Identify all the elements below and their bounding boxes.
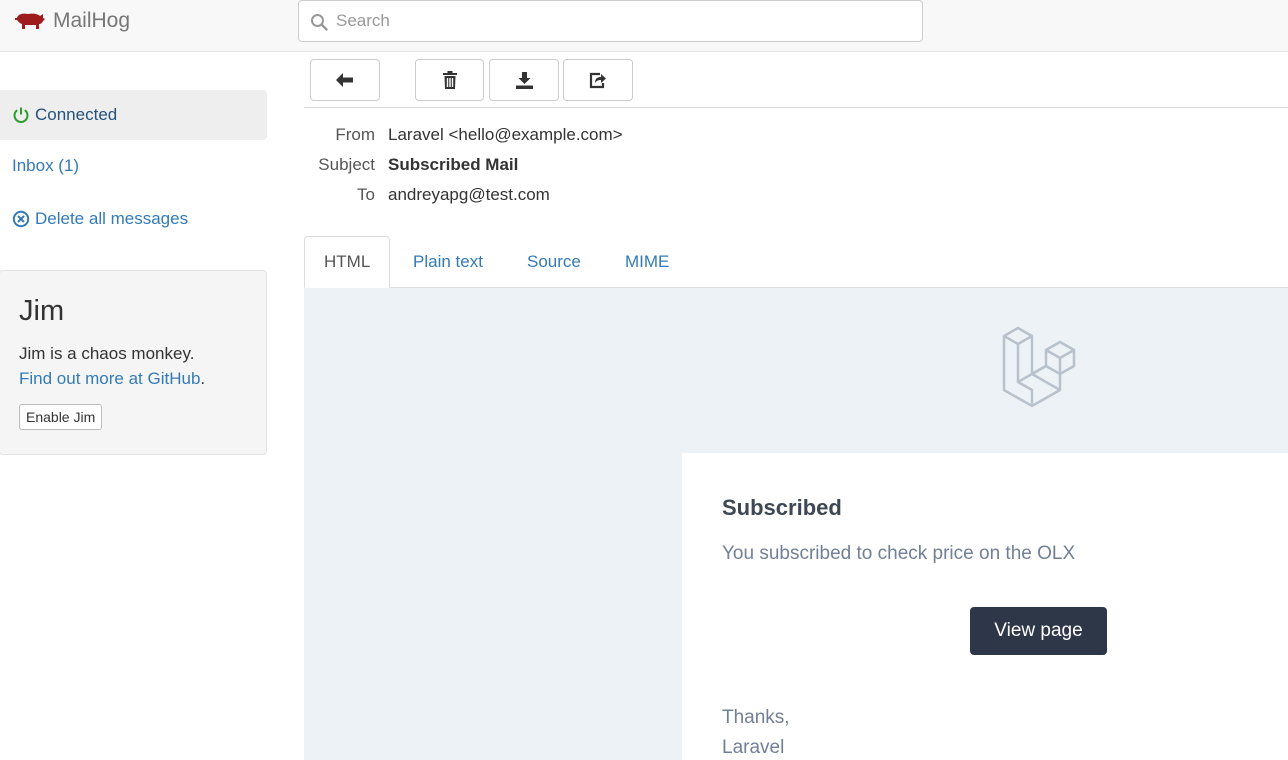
jim-github-link[interactable]: Find out more at GitHub	[19, 369, 200, 388]
arrow-left-icon	[336, 73, 353, 87]
search-box[interactable]	[298, 0, 923, 42]
connection-status[interactable]: Connected	[0, 90, 267, 140]
email-card: Subscribed You subscribed to check price…	[682, 453, 1288, 760]
delete-all-label: Delete all messages	[35, 209, 189, 228]
to-label: To	[357, 185, 375, 204]
search-input[interactable]	[336, 8, 906, 34]
sidebar-item-inbox[interactable]: Inbox (1)	[12, 156, 79, 176]
pig-icon	[15, 13, 45, 29]
jim-description-text: Jim is a chaos monkey.	[19, 344, 195, 363]
delete-message-button[interactable]	[415, 59, 484, 101]
power-icon	[13, 107, 29, 123]
search-icon	[311, 14, 328, 31]
subject-value: Subscribed Mail	[388, 155, 519, 174]
connected-label: Connected	[35, 105, 118, 124]
download-button[interactable]	[489, 59, 559, 101]
jim-description: Jim is a chaos monkey. Find out more at …	[19, 341, 247, 391]
tab-html[interactable]: HTML	[304, 236, 391, 288]
tab-plain-text[interactable]: Plain text	[394, 236, 502, 288]
enable-jim-button[interactable]: Enable Jim	[19, 404, 103, 430]
email-body-text: You subscribed to check price on the OLX	[722, 543, 1076, 564]
share-icon	[589, 72, 606, 88]
top-navbar: MailHog	[0, 0, 1288, 52]
signature-text: Laravel	[722, 737, 785, 758]
to-value: andreyapg@test.com	[388, 185, 550, 204]
download-icon	[515, 71, 533, 89]
email-preview: Subscribed You subscribed to check price…	[304, 288, 1288, 760]
back-button[interactable]	[310, 59, 380, 101]
email-signoff: Thanks, Laravel	[722, 703, 790, 760]
laravel-logo-icon	[1002, 326, 1076, 408]
jim-link-suffix: .	[200, 369, 206, 388]
email-heading: Subscribed	[722, 495, 842, 520]
brand-name: MailHog	[53, 9, 131, 32]
tab-source[interactable]: Source	[508, 236, 600, 288]
jim-panel: Jim Jim is a chaos monkey. Find out more…	[0, 270, 267, 455]
subject-label: Subject	[318, 155, 375, 174]
tab-mime[interactable]: MIME	[606, 236, 688, 288]
trash-icon	[442, 71, 457, 89]
delete-all-messages-link[interactable]: Delete all messages	[12, 209, 188, 229]
remove-circle-icon	[12, 210, 30, 228]
release-button[interactable]	[563, 59, 633, 101]
view-page-button[interactable]: View page	[970, 607, 1107, 655]
from-label: From	[335, 125, 375, 144]
jim-title: Jim	[19, 295, 65, 327]
brand-link[interactable]: MailHog	[14, 8, 130, 34]
thanks-text: Thanks,	[722, 707, 790, 728]
toolbar-divider	[304, 107, 1288, 108]
from-value: Laravel <hello@example.com>	[388, 125, 623, 144]
